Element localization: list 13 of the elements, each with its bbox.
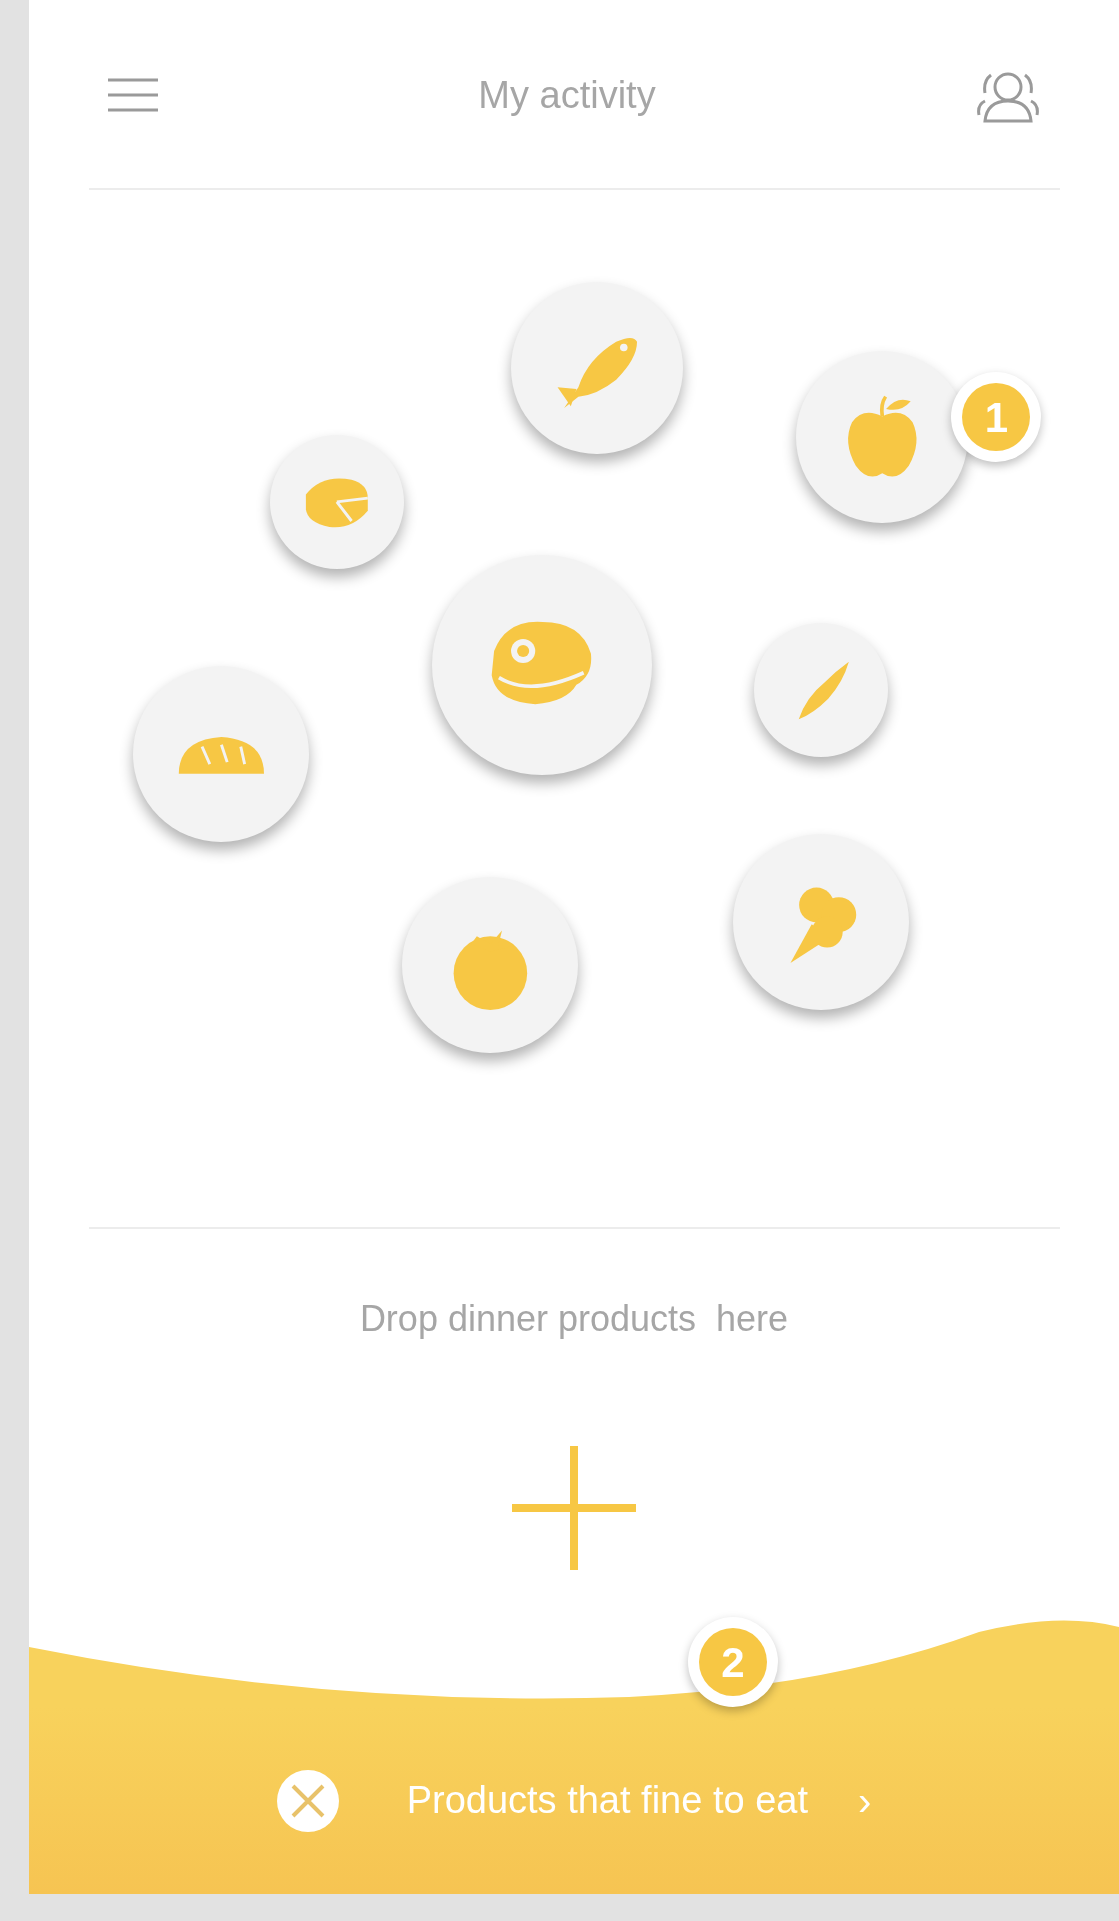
plus-icon[interactable] [512, 1446, 636, 1570]
food-item[interactable] [270, 435, 404, 569]
food-item[interactable] [733, 834, 909, 1010]
food-item[interactable] [754, 623, 888, 757]
food-item[interactable] [511, 282, 683, 454]
products-link[interactable]: Products that fine to eat › [276, 1769, 872, 1832]
food-item[interactable] [402, 877, 578, 1053]
food-item[interactable] [133, 666, 309, 842]
drop-zone-label: Drop dinner products here [359, 1297, 789, 1341]
step-badge: 2 [688, 1617, 778, 1707]
page-title: My activity [478, 72, 656, 118]
menu-icon[interactable] [107, 78, 159, 112]
step-badge: 1 [951, 372, 1042, 462]
